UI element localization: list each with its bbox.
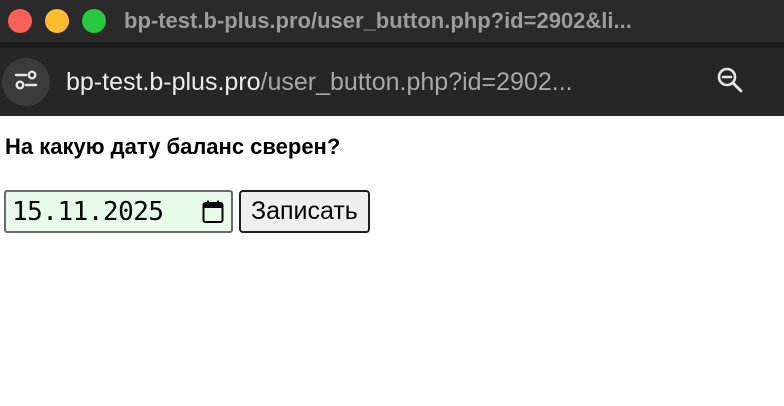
page-question: На какую дату баланс сверен? [5, 134, 341, 159]
address-bar: bp-test.b-plus.pro/user_button.php?id=29… [0, 48, 784, 116]
submit-button[interactable]: Записать [239, 190, 370, 233]
url-field[interactable]: bp-test.b-plus.pro/user_button.php?id=29… [66, 68, 688, 97]
calendar-icon[interactable] [201, 199, 225, 225]
date-value: 15.11.2025 [12, 196, 164, 227]
page-content: На какую дату баланс сверен? 15.11.2025 … [0, 116, 784, 406]
date-form: 15.11.2025 Записать [4, 190, 370, 233]
url-host: bp-test.b-plus.pro [66, 67, 261, 96]
close-window-button[interactable] [8, 9, 32, 33]
date-input[interactable]: 15.11.2025 [4, 190, 233, 233]
zoom-button[interactable] [710, 62, 750, 102]
minimize-window-button[interactable] [45, 9, 69, 33]
window-title: bp-test.b-plus.pro/user_button.php?id=29… [124, 8, 632, 33]
window-controls [8, 9, 106, 33]
maximize-window-button[interactable] [82, 9, 106, 33]
site-settings-button[interactable] [2, 58, 50, 106]
window-titlebar: bp-test.b-plus.pro/user_button.php?id=29… [0, 0, 784, 42]
sliders-icon [13, 67, 39, 98]
url-path: /user_button.php?id=2902... [260, 67, 573, 96]
zoom-out-icon [716, 66, 744, 99]
